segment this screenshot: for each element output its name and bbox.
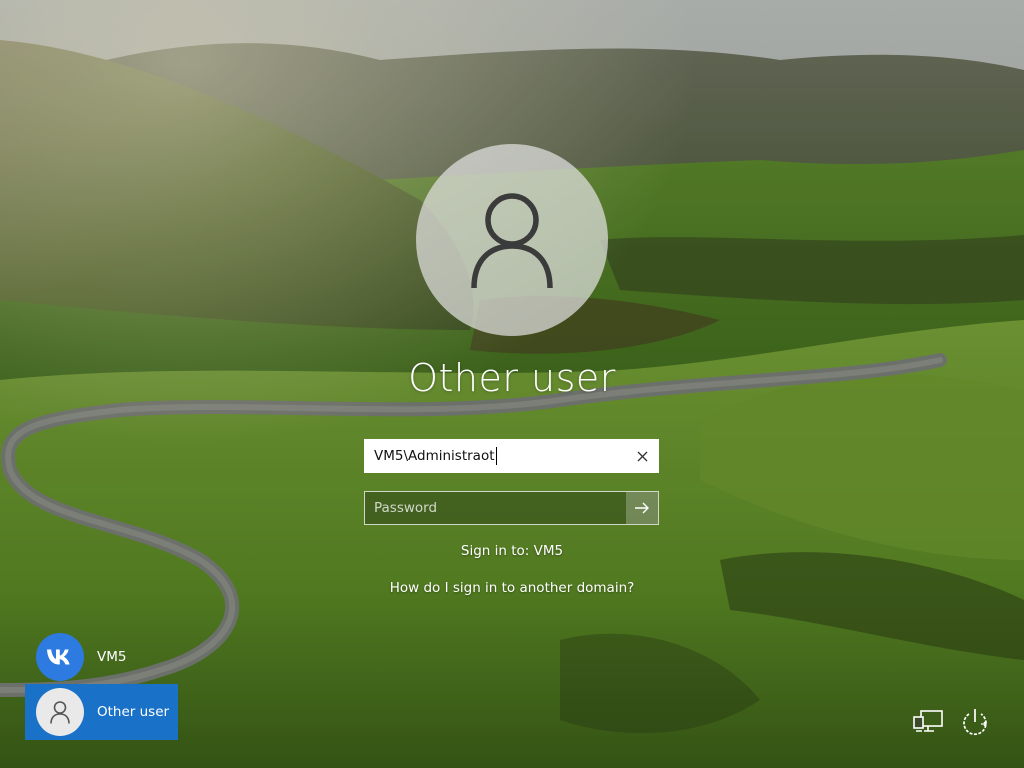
power-button[interactable] [958,706,992,738]
vk-logo-icon [47,649,70,665]
username-value: VM5\Administraot [374,448,495,464]
close-icon [637,451,647,461]
password-placeholder: Password [374,500,438,516]
network-icon [913,710,943,732]
domain-help-link[interactable]: How do I sign in to another domain? [312,580,712,596]
submit-button[interactable] [626,492,658,524]
sign-in-target-text: Sign in to: VM5 [460,543,564,559]
user-avatar-small [36,688,84,736]
user-name-title: Other user [408,356,616,400]
user-list-item-vm5[interactable]: VM5 [25,629,178,685]
arrow-right-icon [635,502,649,514]
password-field[interactable]: Password [364,491,659,525]
username-input[interactable]: VM5\Administraot [366,447,627,465]
username-field[interactable]: VM5\Administraot [364,439,659,473]
user-list-label: Other user [97,704,170,720]
network-button[interactable] [911,706,945,738]
text-caret [495,447,497,465]
user-list-item-other-user[interactable]: Other user [25,684,178,740]
user-avatar-large [416,144,608,336]
power-icon [963,709,987,735]
clear-button[interactable] [627,441,657,471]
user-icon [471,193,553,289]
user-icon [50,701,70,724]
vk-avatar [36,633,84,681]
user-list-label: VM5 [97,649,127,665]
